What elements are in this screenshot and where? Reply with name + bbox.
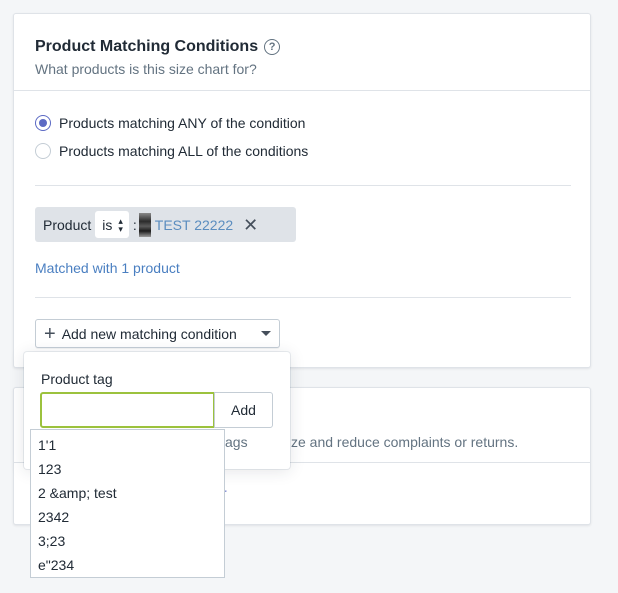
radio-match-any[interactable]: Products matching ANY of the condition [35,115,305,131]
condition-product-link[interactable]: TEST 22222 [155,217,233,233]
select-arrows-icon: ▴ ▾ [118,215,123,234]
suggestion-item[interactable]: 2 &amp; test [31,481,224,505]
card-subtitle: What products is this size chart for? [35,61,257,77]
suggestion-item[interactable]: 3;23 [31,529,224,553]
card-title-text: Product Matching Conditions [35,38,259,55]
radio-match-all[interactable]: Products matching ALL of the conditions [35,143,308,159]
card-title: Product Matching Conditions ? [35,38,281,56]
condition-operator-select[interactable]: is ▴ ▾ [95,211,129,238]
section-divider [35,297,571,298]
operator-value: is [102,216,113,233]
suggestion-item[interactable]: 1'1 [31,433,224,457]
card2-description: ze and reduce complaints or returns. [291,434,519,450]
popover-help-text: ags [225,434,248,450]
caret-down-icon [261,331,271,336]
section-divider [14,90,590,91]
add-condition-label: Add new matching condition [61,325,237,342]
condition-pill: Product is ▴ ▾ : TEST 22222 ✕ [35,207,296,242]
radio-any-control[interactable] [35,115,51,131]
plus-icon: + [44,322,56,345]
suggestion-item[interactable]: 123 [31,457,224,481]
suggestion-item[interactable]: 2342 [31,505,224,529]
suggestion-item[interactable]: e"234 [31,553,224,577]
section-divider [35,185,571,186]
add-tag-button[interactable]: Add [214,392,273,428]
help-icon[interactable]: ? [264,39,281,55]
matched-products-link[interactable]: Matched with 1 product [35,260,180,276]
condition-separator: : [132,216,137,233]
product-thumbnail [138,212,151,237]
tag-suggestions-dropdown: 1'1 123 2 &amp; test 2342 3;23 e"234 [30,429,225,578]
radio-all-label: Products matching ALL of the conditions [59,143,309,159]
product-tag-input[interactable] [40,392,214,428]
radio-any-label: Products matching ANY of the condition [59,115,306,131]
radio-all-control[interactable] [35,143,51,159]
condition-field-label: Product [43,216,92,233]
remove-condition-icon[interactable]: ✕ [243,216,258,234]
add-condition-button[interactable]: + Add new matching condition [35,319,280,348]
product-tag-label: Product tag [41,371,113,387]
product-matching-card: Product Matching Conditions ? What produ… [13,13,591,368]
